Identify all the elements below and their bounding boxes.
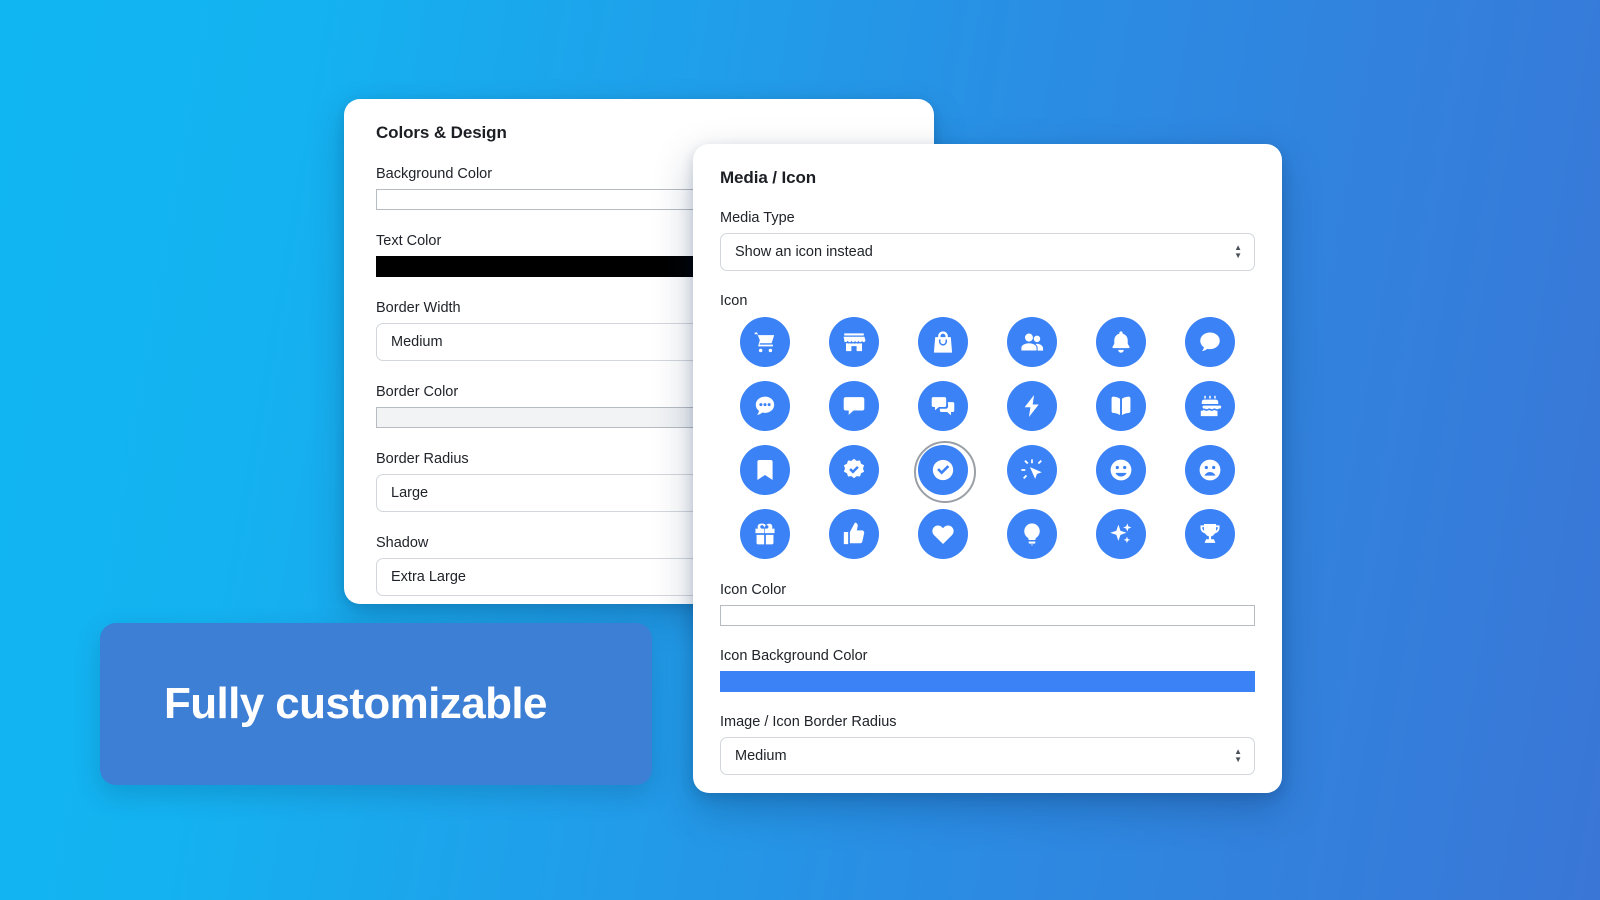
icon-color-label: Icon Color bbox=[720, 582, 787, 598]
icon-option-gift[interactable] bbox=[739, 508, 791, 560]
icon-background-color-swatch-input[interactable] bbox=[720, 671, 1255, 692]
icon-option-lightning-bolt[interactable] bbox=[1006, 380, 1058, 432]
cake-icon bbox=[1185, 381, 1236, 431]
media-icon-panel: Media / Icon Media Type Show an icon ins… bbox=[693, 144, 1282, 793]
icon-option-trophy[interactable] bbox=[1184, 508, 1236, 560]
icon-option-check-circle[interactable] bbox=[913, 441, 976, 503]
icon-option-chat-bubble[interactable] bbox=[1184, 316, 1236, 368]
open-book-icon bbox=[1096, 381, 1147, 431]
fully-customizable-banner: Fully customizable bbox=[100, 623, 652, 785]
image-icon-border-radius-label: Image / Icon Border Radius bbox=[720, 714, 897, 730]
image-icon-border-radius-select[interactable]: Medium ▲ ▼ bbox=[720, 737, 1255, 775]
heart-icon bbox=[917, 509, 968, 559]
lightning-bolt-icon bbox=[1007, 381, 1058, 431]
icon-option-sparkles[interactable] bbox=[1095, 508, 1147, 560]
chevron-updown-icon: ▲ ▼ bbox=[1234, 747, 1242, 764]
media-type-select[interactable]: Show an icon instead ▲ ▼ bbox=[720, 233, 1255, 271]
chats-stacked-icon bbox=[917, 381, 968, 431]
trophy-icon bbox=[1185, 509, 1236, 559]
shopping-bag-icon bbox=[917, 317, 968, 367]
icon-option-open-book[interactable] bbox=[1095, 380, 1147, 432]
select-value: Extra Large bbox=[391, 569, 466, 585]
banner-headline: Fully customizable bbox=[164, 679, 547, 728]
icon-option-chats-stacked[interactable] bbox=[917, 380, 969, 432]
lightbulb-icon bbox=[1007, 509, 1058, 559]
icon-option-bookmark[interactable] bbox=[739, 444, 791, 496]
icon-option-shopping-cart[interactable] bbox=[739, 316, 791, 368]
icon-background-color-label: Icon Background Color bbox=[720, 648, 868, 664]
icon-option-cake[interactable] bbox=[1184, 380, 1236, 432]
icon-option-shopping-bag[interactable] bbox=[917, 316, 969, 368]
icon-option-store[interactable] bbox=[828, 316, 880, 368]
icon-option-thumbs-up[interactable] bbox=[828, 508, 880, 560]
chevron-updown-icon: ▲ ▼ bbox=[1234, 243, 1242, 260]
users-icon bbox=[1007, 317, 1058, 367]
icon-option-smiley-happy[interactable] bbox=[1095, 444, 1147, 496]
click-cursor-icon bbox=[1007, 445, 1058, 495]
icon-option-badge-check[interactable] bbox=[828, 444, 880, 496]
icon-section-label: Icon bbox=[720, 293, 748, 309]
store-icon bbox=[828, 317, 879, 367]
promo-screenshot-stage: Colors & Design Background Color Text Co… bbox=[0, 0, 1600, 900]
icon-option-chat-dots-circle[interactable] bbox=[739, 380, 791, 432]
icon-option-click-cursor[interactable] bbox=[1006, 444, 1058, 496]
shopping-cart-icon bbox=[739, 317, 790, 367]
bookmark-icon bbox=[739, 445, 790, 495]
icon-picker-grid[interactable] bbox=[720, 316, 1255, 560]
icon-option-chat-dots-square[interactable] bbox=[828, 380, 880, 432]
check-circle-icon bbox=[917, 445, 968, 495]
icon-option-heart[interactable] bbox=[917, 508, 969, 560]
select-value: Medium bbox=[391, 334, 443, 350]
right-panel-title: Media / Icon bbox=[720, 168, 817, 187]
icon-option-lightbulb[interactable] bbox=[1006, 508, 1058, 560]
select-value: Large bbox=[391, 485, 429, 501]
select-value: Show an icon instead bbox=[735, 244, 873, 260]
media-type-label: Media Type bbox=[720, 210, 795, 226]
chat-dots-square-icon bbox=[828, 381, 879, 431]
bell-icon bbox=[1096, 317, 1147, 367]
badge-check-icon bbox=[828, 445, 879, 495]
chat-dots-circle-icon bbox=[739, 381, 790, 431]
icon-option-smiley-sad[interactable] bbox=[1184, 444, 1236, 496]
icon-color-swatch-input[interactable] bbox=[720, 605, 1255, 626]
smiley-sad-icon bbox=[1185, 445, 1236, 495]
sparkles-icon bbox=[1096, 509, 1147, 559]
left-panel-title: Colors & Design bbox=[376, 123, 507, 142]
icon-option-users[interactable] bbox=[1006, 316, 1058, 368]
thumbs-up-icon bbox=[828, 509, 879, 559]
icon-option-bell[interactable] bbox=[1095, 316, 1147, 368]
gift-icon bbox=[739, 509, 790, 559]
select-value: Medium bbox=[735, 748, 787, 764]
smiley-happy-icon bbox=[1096, 445, 1147, 495]
chat-bubble-icon bbox=[1185, 317, 1236, 367]
